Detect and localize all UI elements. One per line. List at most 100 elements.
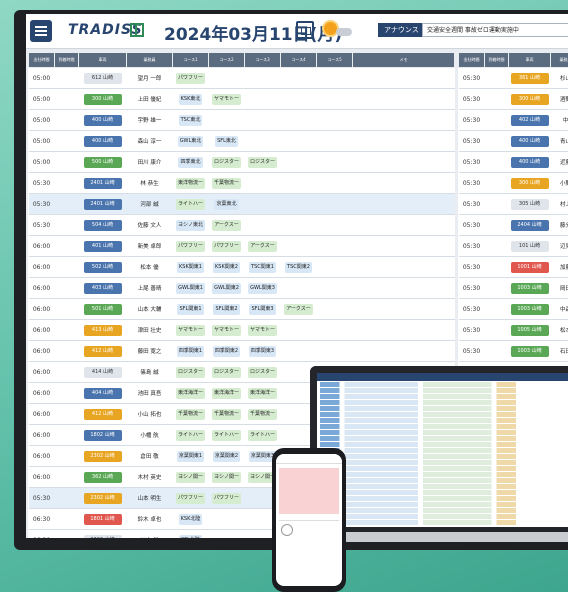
course-chip[interactable]: GWL東北 [177,135,204,147]
hamburger-menu-icon[interactable] [30,20,52,42]
memo-cell[interactable] [352,340,455,362]
table-row[interactable]: 05:30 1001 山崎加藤 [458,256,568,278]
table-row[interactable]: 05:30 400 山崎青山 [458,130,568,152]
vehicle-badge[interactable]: 305 山崎 [510,198,549,210]
table-row[interactable]: 05:30 1003 山崎岡田 [458,277,568,299]
vehicle-badge[interactable]: 502 山崎 [83,261,122,273]
course-chip[interactable]: ヨシノ関ー [211,471,241,483]
driver-name[interactable]: 上尾 善晴 [126,277,173,299]
course-chip[interactable]: TSC東北 [178,114,203,126]
memo-cell[interactable] [352,88,455,110]
driver-name[interactable]: 川本 学 [126,529,173,538]
table-row[interactable]: 05:00 500 山崎 田川 康介 四季東北 ロジスター ロジスター [28,151,455,173]
course-chip[interactable]: 四季関東3 [248,345,277,357]
vehicle-badge[interactable]: 612 山崎 [83,72,122,84]
memo-cell[interactable] [352,130,455,152]
driver-name[interactable]: 上田 優紀 [126,88,173,110]
course-chip[interactable]: アークスー [248,240,277,252]
driver-name[interactable]: 中 [550,109,568,131]
course-chip[interactable]: 四季関東1 [176,345,205,357]
table-row[interactable]: 05:30 2404 山崎藤分 [458,214,568,236]
vehicle-badge[interactable]: 300 山崎 [510,177,549,189]
vehicle-badge[interactable]: 300 山崎 [83,93,122,105]
course-chip[interactable]: SFL関東1 [177,303,204,315]
vehicle-badge[interactable]: 412 山崎 [83,408,122,420]
course-chip[interactable]: 京葉東北 [214,198,239,210]
driver-name[interactable]: 佐藤 文人 [126,214,173,236]
vehicle-badge[interactable]: 1003 山崎 [510,345,549,357]
vehicle-badge[interactable]: 2401 山崎 [83,198,122,210]
vehicle-badge[interactable]: 2303 山崎 [83,534,122,538]
course-chip[interactable]: ロジスター [175,366,205,378]
driver-name[interactable]: 津田 壮史 [126,319,173,341]
vehicle-badge[interactable]: 413 山崎 [83,324,122,336]
table-row[interactable]: 05:00 300 山崎 上田 優紀 KSK東北 ヤマモトー [28,88,455,110]
memo-cell[interactable] [352,214,455,236]
driver-name[interactable]: 中森 [550,298,568,320]
course-chip[interactable]: ヤマモトー [247,324,277,336]
table-row[interactable]: 05:30 2401 山崎林 恭生 東洋物流ー 千葉物流ー [28,172,455,194]
course-chip[interactable]: GWL関東2 [212,282,241,294]
course-chip[interactable]: ヤマモトー [211,324,241,336]
course-chip[interactable]: アークスー [284,303,313,315]
table-row[interactable]: 05:00 400 山崎 森山 淳一 GWL東北 SFL東北 [28,130,455,152]
vehicle-badge[interactable]: 1001 山崎 [510,261,549,273]
course-chip[interactable]: 京葉関東2 [212,450,241,462]
course-chip[interactable]: SFL東北 [215,135,238,147]
course-chip[interactable]: 千葉物流ー [211,177,241,189]
driver-name[interactable]: 池田 真吾 [126,382,173,404]
memo-cell[interactable] [352,109,455,131]
course-chip[interactable]: SFL北陸 [179,534,202,538]
course-chip[interactable]: ライトハー [247,429,277,441]
vehicle-badge[interactable]: 2302 山崎 [83,492,122,504]
driver-name[interactable]: 山本 大輔 [126,298,173,320]
vehicle-badge[interactable]: 362 山崎 [83,471,122,483]
driver-name[interactable]: 倉田 敬 [126,445,173,467]
driver-name[interactable]: 近藤 [550,151,568,173]
memo-cell[interactable] [352,235,455,257]
course-chip[interactable]: ロジスター [247,156,277,168]
driver-name[interactable]: 小幡 航 [126,424,173,446]
course-chip[interactable]: ヨシノ関ー [175,471,205,483]
table-row[interactable]: 05:30 2401 山崎 河部 誠ライトハー 京葉東北 [28,193,455,215]
memo-cell[interactable] [352,319,455,341]
vehicle-badge[interactable]: 404 山崎 [83,387,122,399]
table-row[interactable]: 05:30 1003 山崎中森 [458,298,568,320]
course-chip[interactable]: SFL関東3 [249,303,276,315]
course-chip[interactable]: ロジスター [211,156,241,168]
driver-name[interactable]: 加藤 [550,256,568,278]
course-chip[interactable]: 千葉物流ー [211,408,241,420]
course-chip[interactable]: 四季関東2 [212,345,241,357]
course-chip[interactable]: TSC関東2 [285,261,312,273]
driver-name[interactable]: 藤田 寛之 [126,340,173,362]
vehicle-badge[interactable]: 400 山崎 [83,135,122,147]
course-chip[interactable]: ライトハー [211,429,241,441]
table-row[interactable]: 06:00 502 山崎 松本 優 KSK関東1 KSK関東2 TSC関東1 TSC関東2 [28,256,455,278]
vehicle-badge[interactable]: 504 山崎 [83,219,122,231]
course-chip[interactable]: 京葉関東1 [176,450,205,462]
vehicle-badge[interactable]: 400 山崎 [83,114,122,126]
vehicle-badge[interactable]: 1003 山崎 [510,303,549,315]
course-chip[interactable]: TSC関東1 [249,261,276,273]
driver-name[interactable]: 松本 [550,319,568,341]
driver-name[interactable]: 小野 [550,172,568,194]
vehicle-badge[interactable]: 1003 山崎 [510,282,549,294]
course-chip[interactable]: パワフリー [175,240,205,252]
table-row[interactable]: 06:00 412 山崎 藤田 寛之 四季関東1 四季関東2 四季関東3 [28,340,455,362]
driver-name[interactable]: 新美 卓郎 [126,235,173,257]
driver-name[interactable]: 望月 一郎 [126,67,173,89]
course-chip[interactable]: 東洋海洋ー [247,387,277,399]
course-chip[interactable]: ライトハー [175,198,205,210]
memo-cell[interactable] [352,298,455,320]
vehicle-badge[interactable]: 1802 山崎 [83,429,122,441]
vehicle-badge[interactable]: 2404 山崎 [510,219,549,231]
table-row[interactable]: 06:00 413 山崎 津田 壮史 ヤマモトー ヤマモトー ヤマモトー [28,319,455,341]
table-row[interactable]: 05:30 300 山崎酒野 [458,88,568,110]
course-chip[interactable]: パワフリー [211,240,241,252]
driver-name[interactable]: 宇野 雄一 [126,109,173,131]
table-row[interactable]: 05:30 402 山崎中 [458,109,568,131]
memo-cell[interactable] [352,256,455,278]
course-chip[interactable]: 千葉物流ー [247,408,277,420]
memo-cell[interactable] [352,67,455,89]
table-row[interactable]: 05:30 1005 山崎松本 [458,319,568,341]
